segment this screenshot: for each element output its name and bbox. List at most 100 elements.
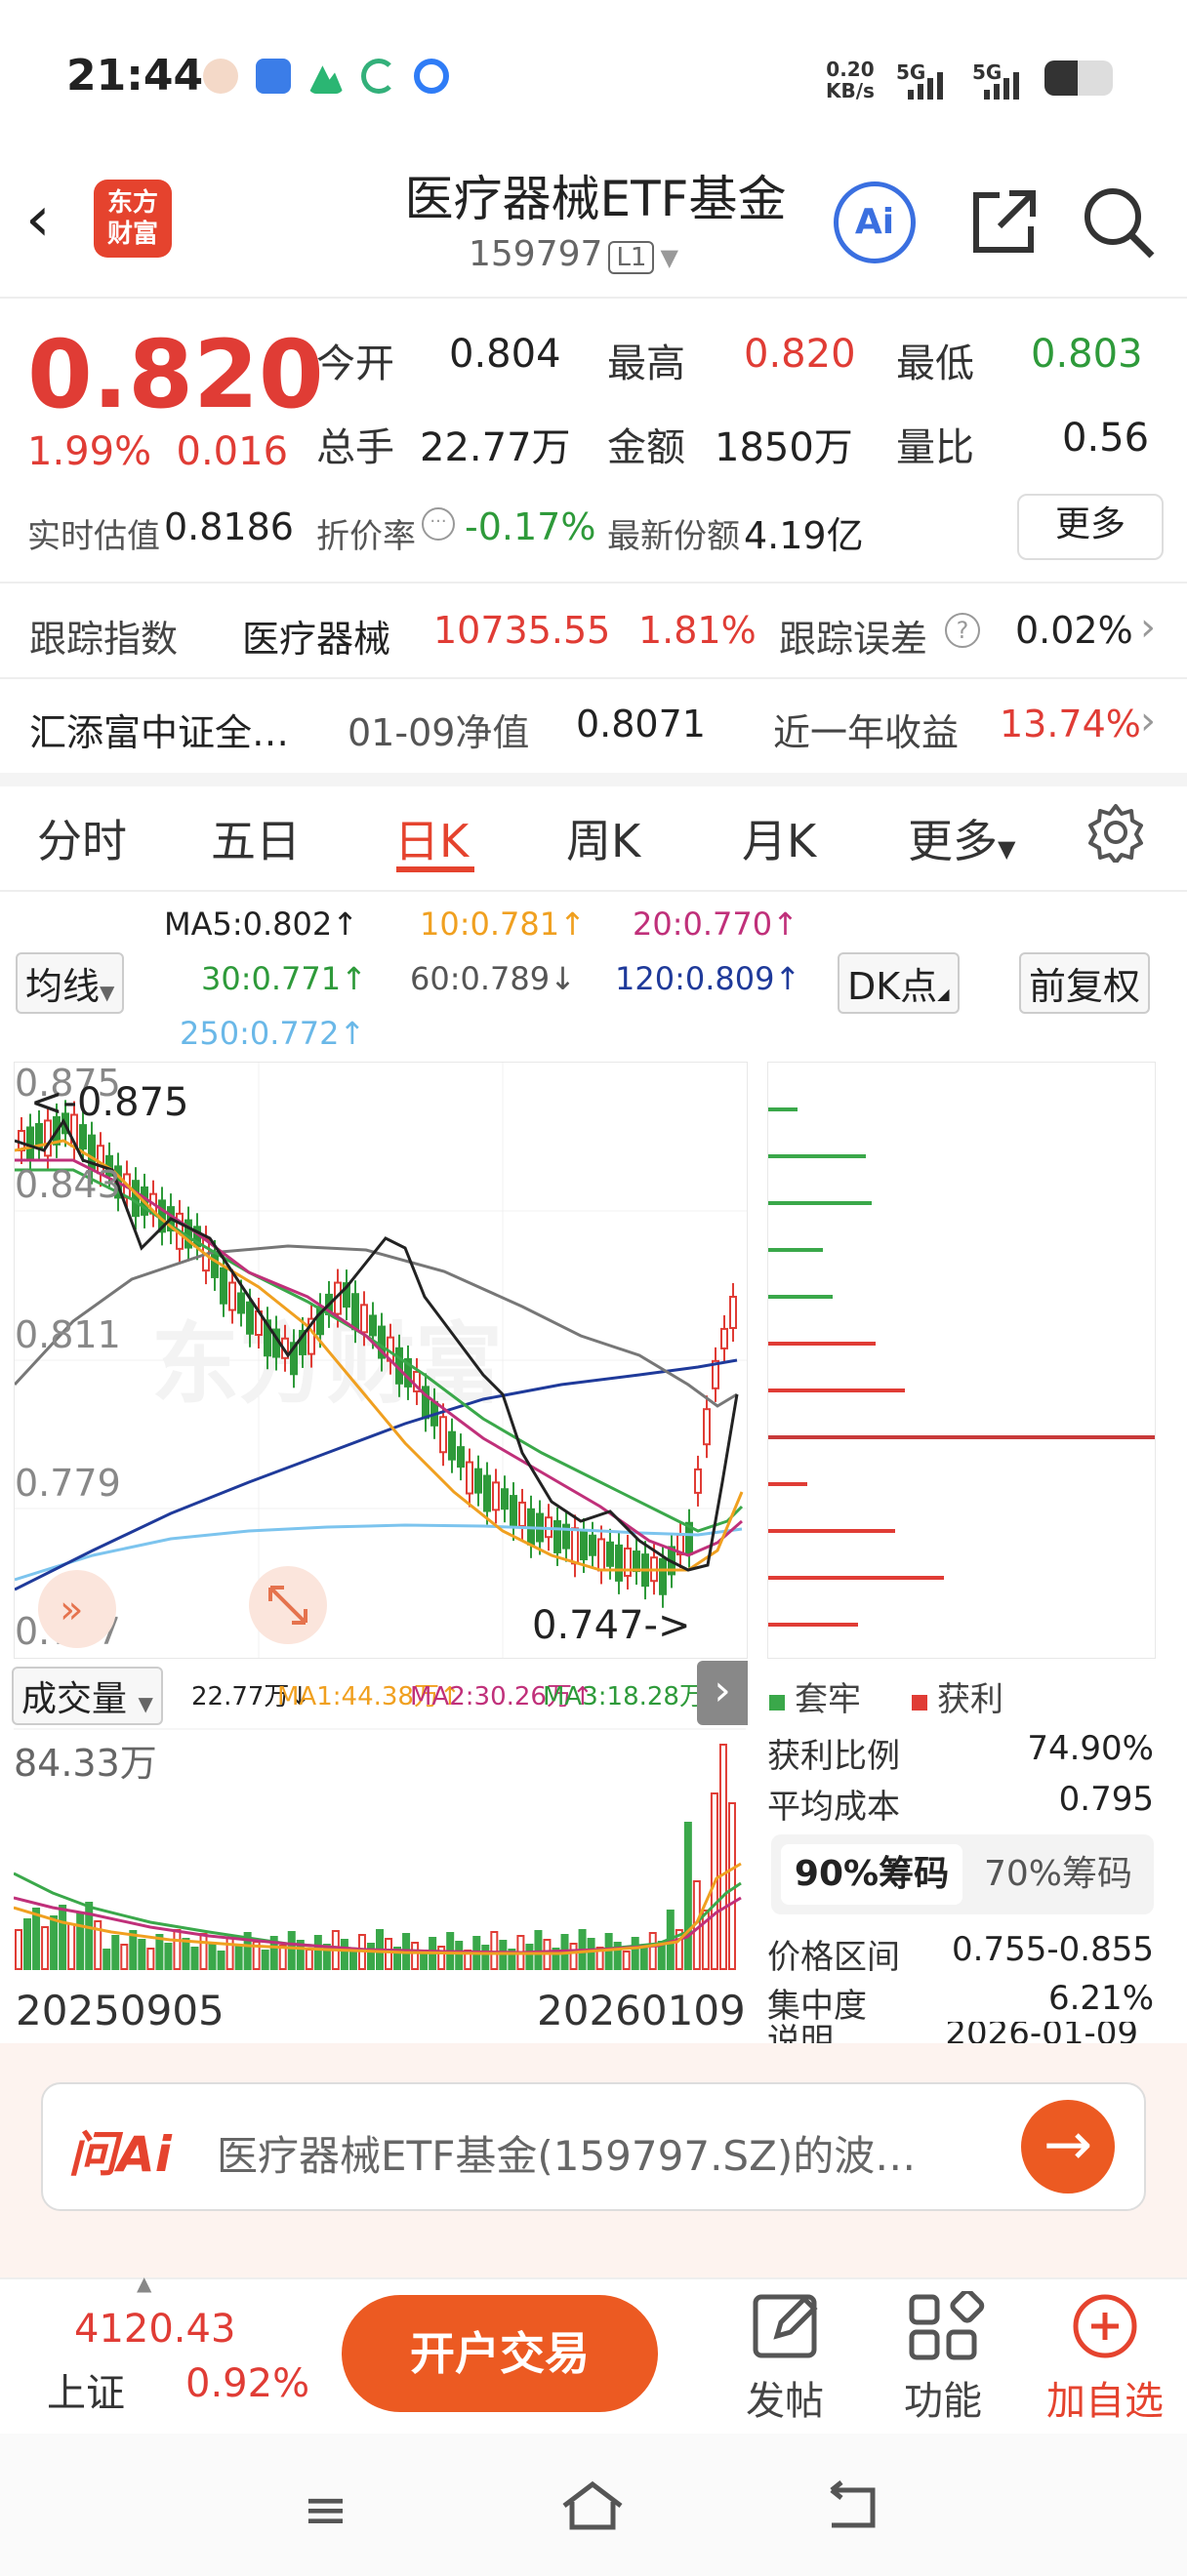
corner-icon: ◢ <box>937 985 950 1003</box>
fund-row[interactable]: 汇添富中证全… 01-09净值 0.8071 近一年收益 13.74% › <box>0 679 1187 773</box>
volume-bar <box>146 1948 155 1970</box>
candle <box>246 1301 254 1335</box>
ma10-label: 10:0.781↑ <box>420 906 586 943</box>
volume-bar <box>199 1933 208 1970</box>
concentration-label: 集中度 <box>767 1987 867 2026</box>
caret-down-icon: ▼ <box>138 1692 153 1715</box>
chip-90-button[interactable]: 90%筹码 <box>781 1844 962 1905</box>
ai-button[interactable]: Ai <box>834 181 916 263</box>
change-pct: 1.99% <box>27 429 152 474</box>
candle <box>729 1296 737 1329</box>
more-dots-icon[interactable]: ··· <box>422 507 455 541</box>
shares-value: 4.19亿 <box>744 514 864 557</box>
volume-selector[interactable]: 成交量 ▼ <box>12 1667 163 1725</box>
volume-bar <box>411 1942 420 1970</box>
signal-bars-1-icon <box>908 72 943 100</box>
market-index-value[interactable]: 4120.43 <box>74 2307 235 2352</box>
volume-bar <box>261 1950 269 1970</box>
fund-code-text: 159797 <box>469 234 603 274</box>
candle <box>510 1495 517 1529</box>
chip-distribution-chart <box>767 1062 1156 1659</box>
volume-bar <box>23 1918 32 1970</box>
more-button[interactable]: 更多 <box>1017 494 1164 560</box>
amount-label: 金额 <box>607 425 685 470</box>
tracking-error-label: 跟踪误差 <box>779 618 928 661</box>
fund-code[interactable]: 159797 L1 ▼ <box>469 234 678 274</box>
section-gap <box>0 773 1187 786</box>
tab-indicator <box>396 866 474 872</box>
ask-ai-prompt[interactable]: 医疗器械ETF基金(159797.SZ)的波… <box>217 2123 988 2183</box>
kline-chart[interactable]: 东方财富 0.875 0.843 0.811 0.779 0.747 <-0.8… <box>13 1062 748 1659</box>
arrow-right-icon[interactable]: → <box>1021 2100 1115 2194</box>
chip-note-row: 说明 2026-01-09 <box>767 2022 1156 2043</box>
volume-bar <box>481 1945 490 1970</box>
chevron-right-icon[interactable]: › <box>697 1661 748 1725</box>
change-abs: 0.016 <box>176 429 289 474</box>
tab-more-label: 更多 <box>908 815 998 867</box>
volume-value: 22.77万 <box>420 425 571 470</box>
tab-daily-k[interactable]: 日K <box>394 806 469 870</box>
current-price: 0.820 <box>27 320 324 429</box>
price-adjust-button[interactable]: 前复权 <box>1019 952 1151 1014</box>
post-button[interactable]: 发帖 <box>726 2291 843 2424</box>
price-range-value: 0.755-0.855 <box>952 1930 1154 1969</box>
candle <box>439 1416 447 1454</box>
candle <box>597 1538 605 1572</box>
divider <box>0 297 1187 299</box>
chip-70-button[interactable]: 70%筹码 <box>970 1844 1146 1905</box>
volume-bar <box>587 1938 595 1970</box>
home-icon[interactable] <box>558 2478 627 2537</box>
function-button[interactable]: 功能 <box>884 2288 1002 2424</box>
app-logo: 东方 财富 <box>94 180 172 258</box>
chat-icon <box>256 59 291 94</box>
volume-bar <box>217 1951 225 1970</box>
back-nav-icon[interactable] <box>822 2478 884 2537</box>
candle <box>220 1267 227 1305</box>
open-account-trade-button[interactable]: 开户交易 <box>342 2295 658 2412</box>
ma-selector[interactable]: 均线▼ <box>16 952 125 1014</box>
help-icon[interactable]: ? <box>945 613 980 648</box>
ma20-label: 20:0.770↑ <box>633 906 798 943</box>
price-change: 1.99% 0.016 <box>27 429 288 474</box>
volume-bar <box>76 1912 85 1970</box>
dk-point-button[interactable]: DK点◢ <box>838 952 960 1014</box>
volume-bar <box>225 1937 234 1970</box>
profit-ratio-label: 获利比例 <box>767 1737 900 1776</box>
candle <box>589 1534 596 1556</box>
tab-intraday[interactable]: 分时 <box>37 806 127 870</box>
back-button[interactable]: ‹ <box>25 183 51 256</box>
candle <box>237 1292 245 1314</box>
signal-bars-2-icon <box>984 72 1019 100</box>
add-watchlist-button[interactable]: 加自选 <box>1044 2291 1171 2424</box>
tracking-row[interactable]: 跟踪指数 医疗器械 10735.55 1.81% 跟踪误差 ? 0.02% › <box>0 584 1187 677</box>
ratio-value: 0.56 <box>1062 416 1150 461</box>
settings-gear-icon[interactable] <box>1085 802 1146 866</box>
high-marker: <-0.875 <box>30 1080 188 1125</box>
volume-bar <box>604 1933 613 1970</box>
share-icon[interactable] <box>966 185 1041 263</box>
refresh-icon <box>361 59 396 94</box>
ma60-label: 60:0.789↓ <box>410 960 576 997</box>
low-marker: 0.747-> <box>532 1603 690 1648</box>
note-date: 2026-01-09 <box>945 2022 1138 2043</box>
volume-bar <box>622 1951 631 1970</box>
tab-monthly-k[interactable]: 月K <box>742 806 816 870</box>
kline-canvas: 东方财富 0.875 0.843 0.811 0.779 0.747 <-0.8… <box>13 1062 747 1658</box>
search-icon[interactable] <box>1080 183 1158 265</box>
tab-more[interactable]: 更多▼ <box>908 806 1015 870</box>
tab-weekly-k[interactable]: 周K <box>566 806 640 870</box>
volume-bar <box>569 1943 578 1970</box>
premium-value: -0.17% <box>465 505 596 548</box>
ma120-label: 120:0.809↑ <box>615 960 801 997</box>
candle <box>44 1119 52 1157</box>
volume-bar <box>111 1935 120 1970</box>
volume-bar <box>59 1905 67 1970</box>
level-badge: L1 <box>608 241 655 274</box>
tab-five-day[interactable]: 五日 <box>211 806 301 870</box>
tracking-index-value: 10735.55 <box>433 609 611 652</box>
candle <box>369 1314 377 1337</box>
tracking-index-name: 医疗器械 <box>242 618 391 661</box>
premium-label: 折价率 <box>316 517 416 556</box>
menu-icon[interactable]: ≡ <box>303 2478 348 2542</box>
volume-bar <box>208 1942 217 1970</box>
